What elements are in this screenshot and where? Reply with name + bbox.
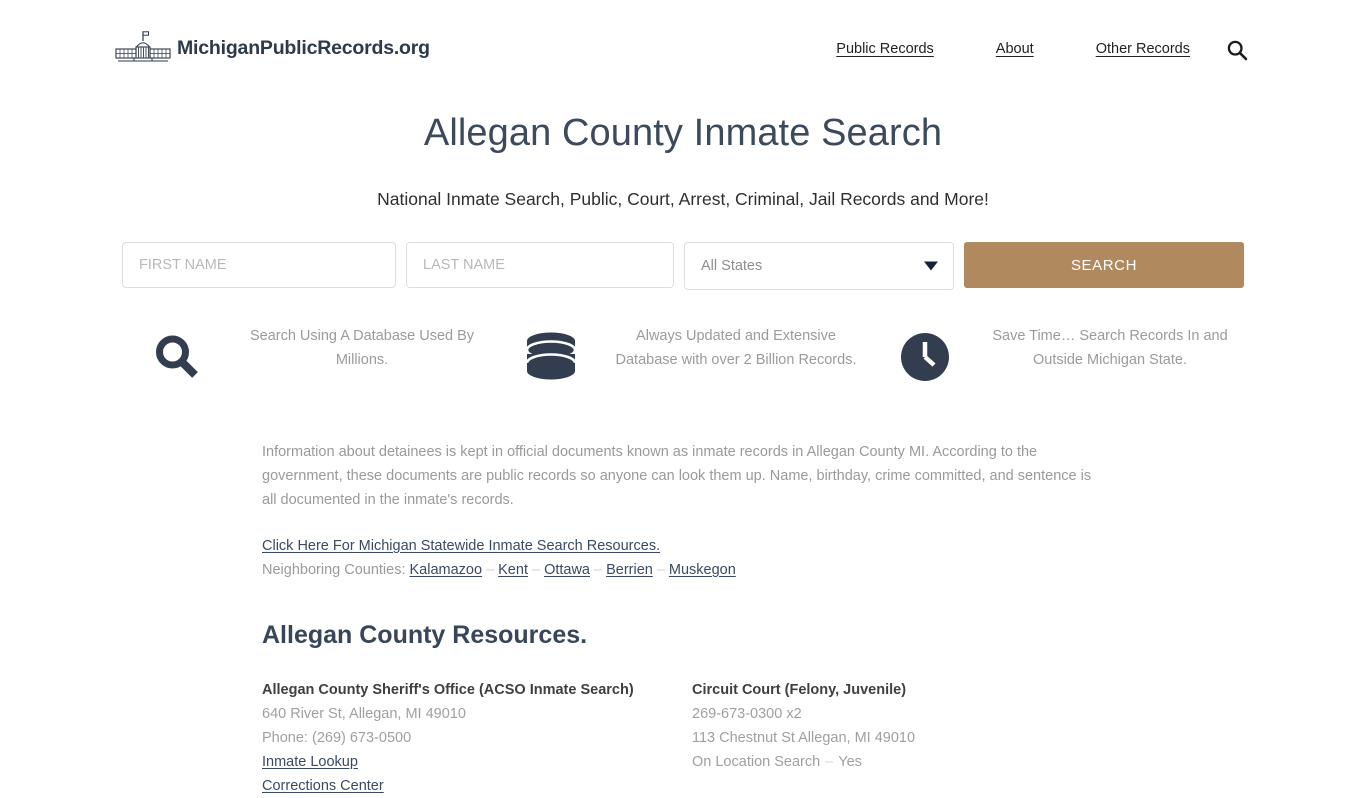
features-row: Search Using A Database Used By Millions… <box>0 312 1366 390</box>
resource-address: 113 Chestnut St Allegan, MI 49010 <box>692 730 916 746</box>
county-link-muskegon[interactable]: Muskegon <box>669 562 736 578</box>
neighboring-counties-label: Neighboring Counties: <box>262 562 406 578</box>
magnifier-icon <box>156 335 198 378</box>
site-logo[interactable]: MichiganPublicRecords.org <box>112 30 430 66</box>
county-link-kalamazoo[interactable]: Kalamazoo <box>410 562 483 578</box>
resource-column-circuit-court: Circuit Court (Felony, Juvenile) 269-673… <box>692 678 915 798</box>
resource-links-block: Click Here For Michigan Statewide Inmate… <box>262 512 1244 582</box>
logo-text: MichiganPublicRecords.org <box>177 36 430 59</box>
resources-columns: Allegan County Sheriff's Office (ACSO In… <box>262 650 1244 798</box>
header-search-button[interactable] <box>1223 36 1251 64</box>
resource-title: Circuit Court (Felony, Juvenile) <box>692 682 907 698</box>
link-separator: – <box>486 562 495 578</box>
county-link-ottawa[interactable]: Ottawa <box>544 562 590 578</box>
feature-icon-wrapper <box>870 324 980 390</box>
site-header: MichiganPublicRecords.org Public Records… <box>0 0 1366 100</box>
resource-phone: 269-673-0300 x2 <box>692 706 802 722</box>
link-separator: – <box>656 562 665 578</box>
resources-section-heading: Allegan County Resources. <box>262 621 588 649</box>
county-link-kent[interactable]: Kent <box>498 562 528 578</box>
search-submit-button[interactable]: SEARCH <box>964 242 1244 288</box>
nav-item-other-records[interactable]: Other Records <box>1096 41 1190 57</box>
state-select-wrapper: All States <box>684 242 954 290</box>
main-content: Information about detainees is kept in o… <box>0 390 1366 798</box>
feature-item: Search Using A Database Used By Millions… <box>122 312 496 390</box>
inmate-lookup-link[interactable]: Inmate Lookup <box>262 750 358 774</box>
clock-icon <box>901 333 949 381</box>
resource-title: Allegan County Sheriff's Office (ACSO In… <box>262 682 634 698</box>
page-title: Allegan County Inmate Search <box>423 112 943 154</box>
inmate-search-form: All States SEARCH <box>0 242 1366 290</box>
feature-text: Search Using A Database Used By Millions… <box>249 328 475 368</box>
feature-item: Always Updated and Extensive Database wi… <box>496 312 870 390</box>
nav-item-about[interactable]: About <box>996 41 1034 57</box>
intro-paragraph: Information about detainees is kept in o… <box>262 444 1092 508</box>
feature-text: Save Time… Search Records In and Outside… <box>992 328 1228 368</box>
first-name-input[interactable] <box>122 242 396 288</box>
page-subtitle: National Inmate Search, Public, Court, A… <box>377 189 989 209</box>
last-name-input[interactable] <box>406 242 674 288</box>
link-separator: – <box>594 562 603 578</box>
resource-column-sheriff: Allegan County Sheriff's Office (ACSO In… <box>262 678 692 798</box>
state-select[interactable]: All States <box>684 242 954 290</box>
county-link-berrien[interactable]: Berrien <box>606 562 653 578</box>
nav-item-public-records[interactable]: Public Records <box>836 41 934 57</box>
search-icon <box>1227 40 1248 61</box>
feature-item: Save Time… Search Records In and Outside… <box>870 312 1244 390</box>
feature-icon-wrapper <box>496 324 606 390</box>
on-location-search-row: On Location Search – Yes <box>692 750 915 774</box>
database-icon <box>525 332 577 380</box>
resource-link-row: Corrections Center <box>262 774 692 798</box>
neighboring-counties-row: Neighboring Counties: Kalamazoo – Kent – Ott… <box>262 558 1244 582</box>
hero-section: Allegan County Inmate Search National In… <box>0 100 1366 210</box>
statewide-resources-link[interactable]: Click Here For Michigan Statewide Inmate… <box>262 538 660 554</box>
corrections-center-link[interactable]: Corrections Center <box>262 774 384 798</box>
feature-text: Always Updated and Extensive Database wi… <box>615 328 857 368</box>
statewide-link-row: Click Here For Michigan Statewide Inmate… <box>262 534 1244 558</box>
resource-address: 640 River St, Allegan, MI 49010 <box>262 706 466 722</box>
feature-icon-wrapper <box>122 324 232 390</box>
link-separator: – <box>531 562 541 578</box>
capitol-building-icon <box>115 31 171 62</box>
main-navigation: Public Records About Other Records <box>836 41 1190 57</box>
resource-phone: Phone: (269) 673-0500 <box>262 730 412 746</box>
resource-link-row: Inmate Lookup <box>262 750 692 774</box>
